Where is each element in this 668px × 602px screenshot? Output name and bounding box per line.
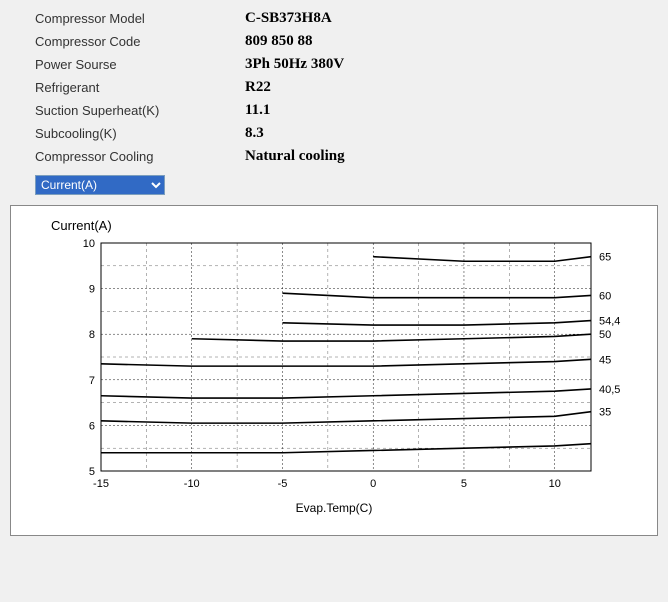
svg-text:-15: -15 bbox=[93, 478, 109, 490]
spec-value: 809 850 88 bbox=[245, 33, 313, 50]
spec-label: Suction Superheat(K) bbox=[35, 103, 245, 118]
svg-text:5: 5 bbox=[461, 478, 467, 490]
svg-text:6: 6 bbox=[89, 420, 95, 432]
spec-row: Power Sourse3Ph 50Hz 380V bbox=[35, 56, 658, 73]
svg-text:10: 10 bbox=[549, 478, 561, 490]
svg-text:40,5: 40,5 bbox=[599, 384, 620, 396]
spec-label: Compressor Model bbox=[35, 11, 245, 26]
svg-text:5: 5 bbox=[89, 466, 95, 478]
spec-label: Subcooling(K) bbox=[35, 126, 245, 141]
svg-text:65: 65 bbox=[599, 252, 611, 264]
svg-text:0: 0 bbox=[370, 478, 376, 490]
spec-value: Natural cooling bbox=[245, 148, 345, 165]
spec-row: Subcooling(K)8.3 bbox=[35, 125, 658, 142]
spec-value: R22 bbox=[245, 79, 271, 96]
spec-row: Compressor ModelC-SB373H8A bbox=[35, 10, 658, 27]
svg-text:10: 10 bbox=[83, 238, 95, 250]
chart-xlabel: Evap.Temp(C) bbox=[31, 501, 637, 515]
spec-value: 8.3 bbox=[245, 125, 264, 142]
chart-title: Current(A) bbox=[51, 218, 637, 233]
svg-text:-10: -10 bbox=[184, 478, 200, 490]
spec-label: Compressor Cooling bbox=[35, 149, 245, 164]
svg-text:8: 8 bbox=[89, 329, 95, 341]
svg-text:54,4: 54,4 bbox=[599, 316, 620, 328]
spec-row: Suction Superheat(K)11.1 bbox=[35, 102, 658, 119]
spec-table: Compressor ModelC-SB373H8ACompressor Cod… bbox=[35, 10, 658, 165]
spec-value: 11.1 bbox=[245, 102, 270, 119]
spec-label: Power Sourse bbox=[35, 57, 245, 72]
svg-text:35: 35 bbox=[599, 407, 611, 419]
spec-row: Compressor CoolingNatural cooling bbox=[35, 148, 658, 165]
svg-text:7: 7 bbox=[89, 375, 95, 387]
spec-label: Refrigerant bbox=[35, 80, 245, 95]
svg-text:-5: -5 bbox=[278, 478, 288, 490]
spec-value: C-SB373H8A bbox=[245, 10, 332, 27]
svg-text:9: 9 bbox=[89, 284, 95, 296]
spec-label: Compressor Code bbox=[35, 34, 245, 49]
parameter-select[interactable]: Current(A) bbox=[35, 175, 165, 195]
chart-plot: 5678910-15-10-50510656054,4504540,535 bbox=[71, 237, 597, 497]
chart-panel: Current(A) 5 6 7 8 9 10 -15 -10 -5 0 5 10 65 60 54,450… bbox=[10, 205, 658, 536]
spec-value: 3Ph 50Hz 380V bbox=[245, 56, 344, 73]
spec-row: RefrigerantR22 bbox=[35, 79, 658, 96]
svg-text:45: 45 bbox=[599, 354, 611, 366]
spec-row: Compressor Code809 850 88 bbox=[35, 33, 658, 50]
svg-text:60: 60 bbox=[599, 290, 611, 302]
svg-text:50: 50 bbox=[599, 329, 611, 341]
parameter-select-wrap: Current(A) bbox=[35, 175, 658, 195]
